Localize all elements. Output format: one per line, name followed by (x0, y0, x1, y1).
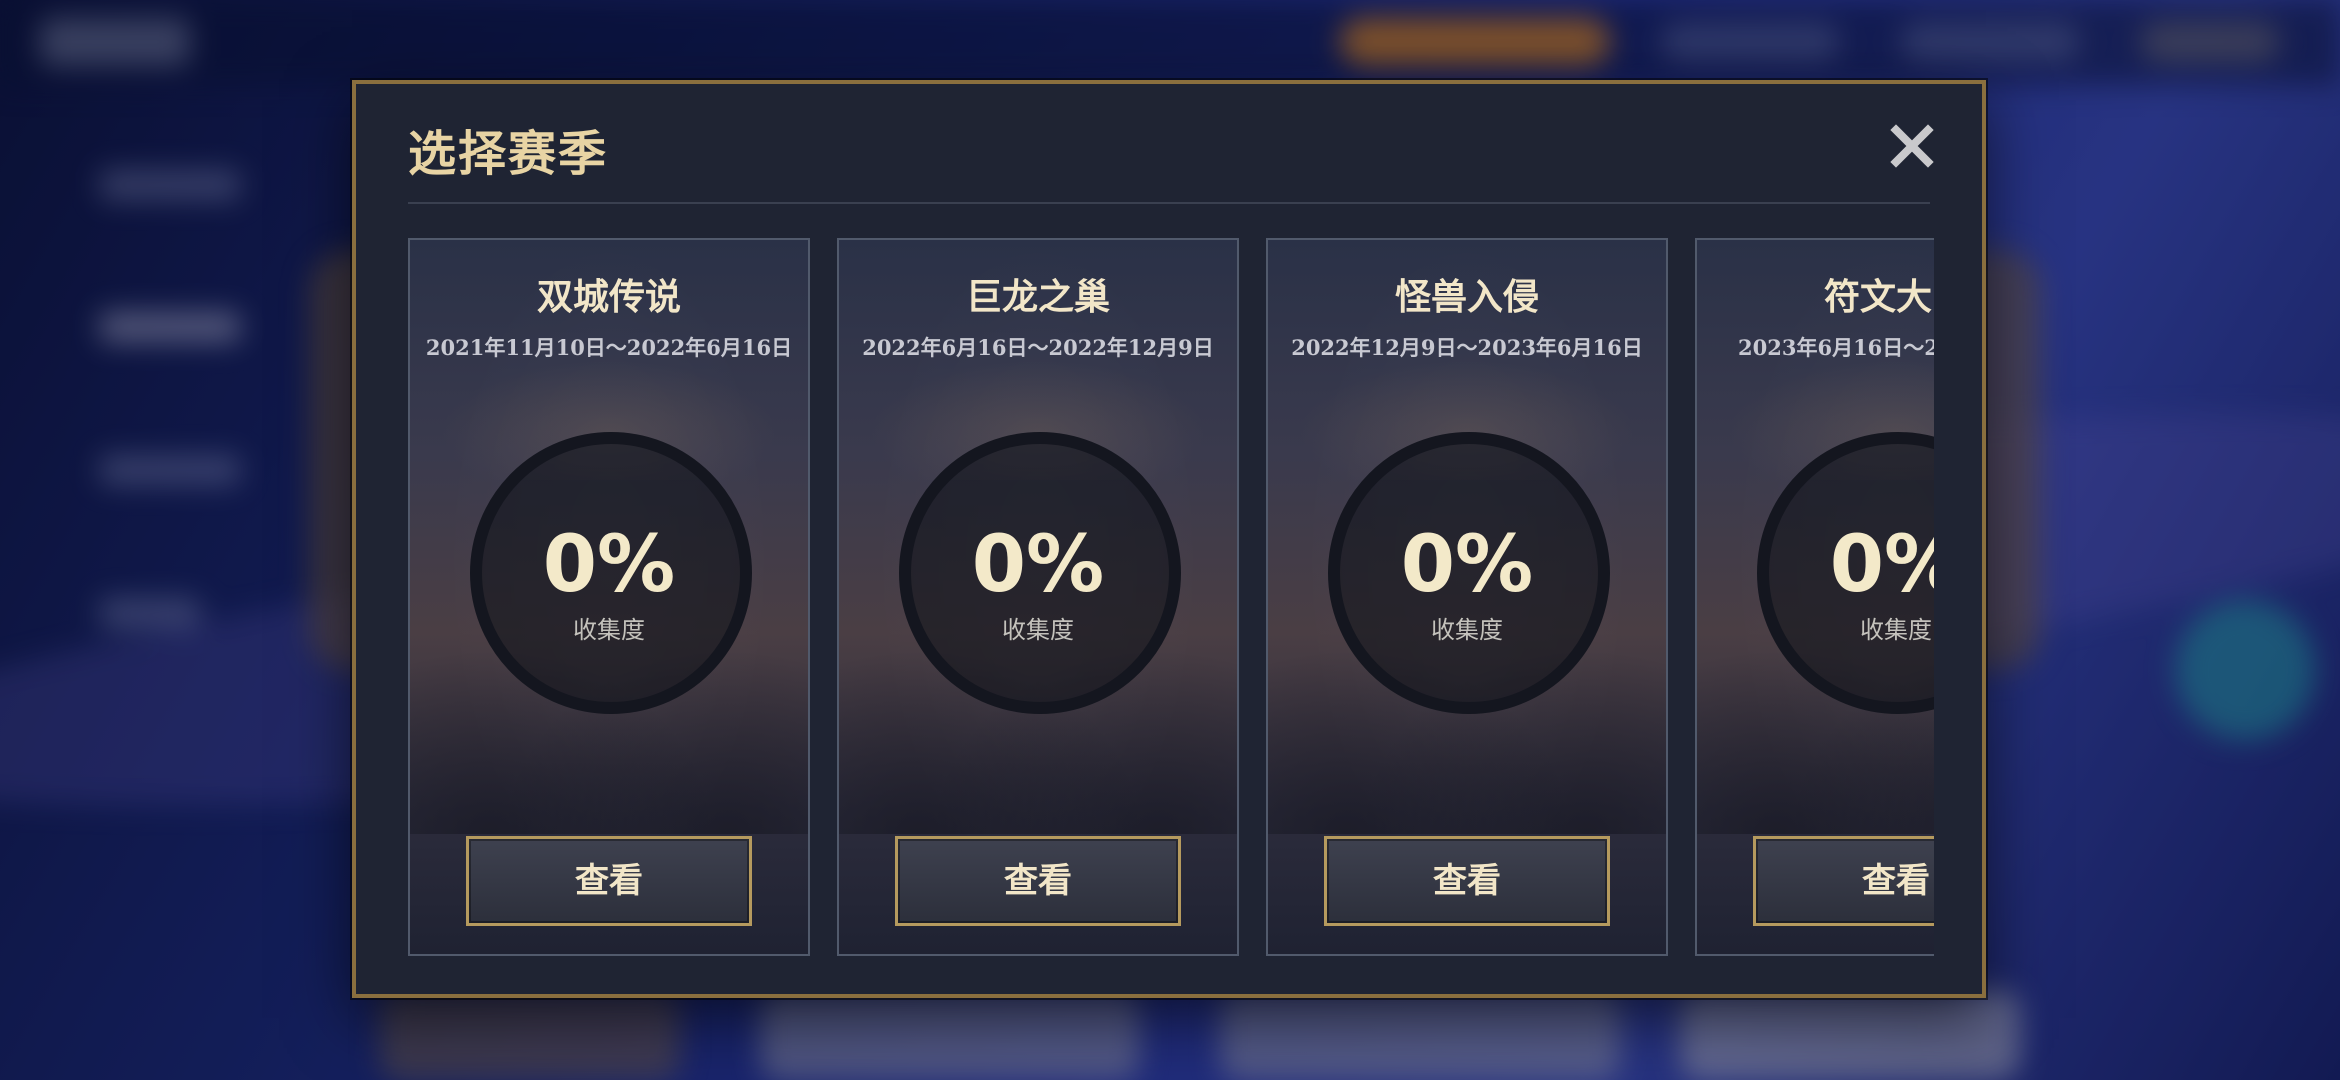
collection-progress-label: 收集度 (1431, 616, 1503, 644)
season-cards-list[interactable]: 双城传说 2021年11月10日～2022年6月16日 0% 收集度 查看 巨龙… (408, 238, 1934, 960)
season-dates: 2023年6月16日～2023年11月 (1738, 335, 1934, 360)
collection-progress-value: 0% (1829, 520, 1934, 610)
season-name: 符文大陆 (1823, 277, 1934, 318)
view-season-button[interactable]: 查看 (1753, 836, 1934, 926)
season-card: 巨龙之巢 2022年6月16日～2022年12月9日 0% 收集度 查看 (837, 238, 1239, 956)
season-dates: 2021年11月10日～2022年6月16日 (425, 335, 793, 360)
dialog-divider (408, 202, 1930, 204)
close-icon (1890, 124, 1934, 168)
season-name: 双城传说 (536, 277, 681, 318)
collection-progress-value: 0% (542, 520, 676, 610)
season-name: 怪兽入侵 (1394, 277, 1539, 318)
dialog-title: 选择赛季 (408, 126, 609, 182)
collection-progress-label: 收集度 (1860, 616, 1932, 644)
collection-progress-value: 0% (1400, 520, 1534, 610)
season-name: 巨龙之巢 (965, 277, 1110, 318)
collection-progress-label: 收集度 (573, 616, 645, 644)
season-card: 符文大陆 2023年6月16日～2023年11月 0% 收集度 查看 (1695, 238, 1934, 956)
collection-progress-label: 收集度 (1002, 616, 1074, 644)
screen: 选择赛季 双城传说 2021年11月10日～2022年6月16日 0% 收集度 … (0, 0, 2340, 1080)
select-season-dialog: 选择赛季 双城传说 2021年11月10日～2022年6月16日 0% 收集度 … (352, 80, 1986, 998)
season-dates: 2022年12月9日～2023年6月16日 (1291, 335, 1643, 360)
close-button[interactable] (1888, 122, 1936, 170)
season-dates: 2022年6月16日～2022年12月9日 (862, 335, 1214, 360)
view-season-button[interactable]: 查看 (466, 836, 752, 926)
collection-progress-value: 0% (971, 520, 1105, 610)
season-card: 怪兽入侵 2022年12月9日～2023年6月16日 0% 收集度 查看 (1266, 238, 1668, 956)
view-season-button[interactable]: 查看 (895, 836, 1181, 926)
view-season-button[interactable]: 查看 (1324, 836, 1610, 926)
season-card: 双城传说 2021年11月10日～2022年6月16日 0% 收集度 查看 (408, 238, 810, 956)
